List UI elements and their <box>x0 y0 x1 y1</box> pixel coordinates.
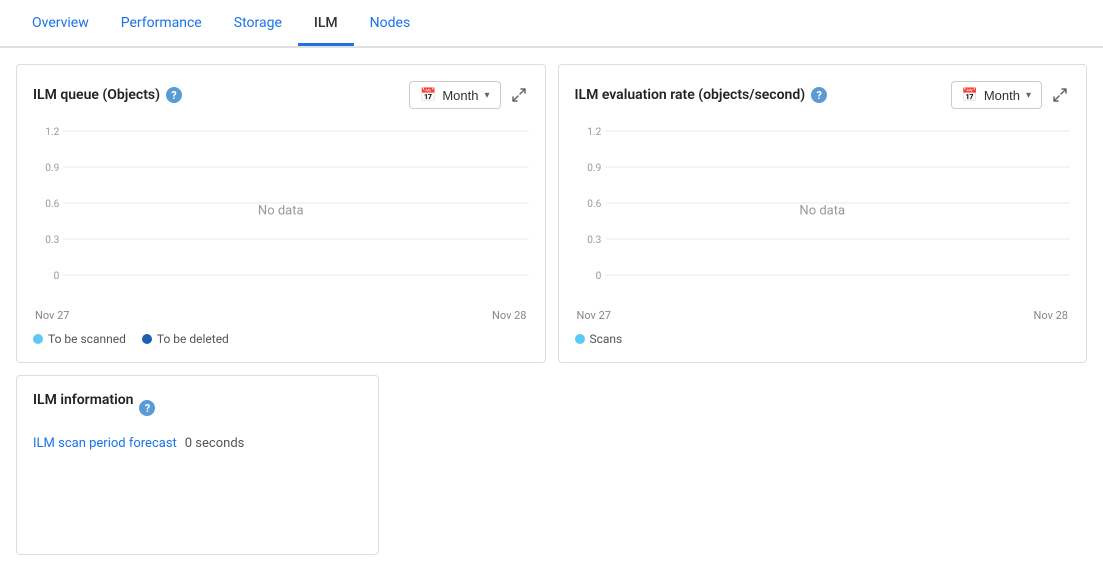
calendar-icon: 📅 <box>420 87 436 103</box>
legend-dot-scanned <box>33 334 43 344</box>
ilm-eval-rate-legend: Scans <box>575 332 1071 346</box>
ilm-queue-card: ILM queue (Objects) ? 📅 Month ▾ <box>16 64 546 363</box>
ilm-scan-value: 0 seconds <box>185 436 245 451</box>
ilm-queue-month-dropdown[interactable]: 📅 Month ▾ <box>409 81 500 109</box>
charts-row: ILM queue (Objects) ? 📅 Month ▾ <box>16 64 1087 363</box>
top-navigation: Overview Performance Storage ILM Nodes <box>0 0 1103 48</box>
tab-ilm[interactable]: ILM <box>298 3 354 46</box>
ilm-queue-legend: To be scanned To be deleted <box>33 332 529 346</box>
ilm-eval-rate-chart-area: 1.2 0.9 0.6 0.3 0 No data <box>575 121 1071 301</box>
svg-text:1.2: 1.2 <box>45 127 59 138</box>
chevron-down-icon-2: ▾ <box>1026 90 1031 101</box>
chevron-down-icon: ▾ <box>484 90 489 101</box>
ilm-queue-x-end: Nov 28 <box>492 309 526 322</box>
calendar-icon-2: 📅 <box>962 87 978 103</box>
ilm-eval-rate-controls: 📅 Month ▾ <box>951 81 1070 109</box>
svg-text:0: 0 <box>54 271 60 282</box>
expand-icon-2 <box>1052 87 1068 103</box>
ilm-queue-x-axis: Nov 27 Nov 28 <box>33 309 529 322</box>
ilm-scan-period-row: ILM scan period forecast 0 seconds <box>33 436 362 451</box>
ilm-information-card: ILM information ? ILM scan period foreca… <box>16 375 379 555</box>
ilm-queue-no-data: No data <box>258 204 304 219</box>
svg-text:0.6: 0.6 <box>587 199 601 210</box>
ilm-eval-rate-help-icon[interactable]: ? <box>811 87 827 103</box>
ilm-queue-chart-area: 1.2 0.9 0.6 0.3 0 No data <box>33 121 529 301</box>
legend-label-scans: Scans <box>590 332 623 346</box>
svg-text:1.2: 1.2 <box>587 127 601 138</box>
ilm-eval-rate-card: ILM evaluation rate (objects/second) ? 📅… <box>558 64 1088 363</box>
tab-performance[interactable]: Performance <box>105 3 218 46</box>
legend-dot-deleted <box>142 334 152 344</box>
ilm-queue-help-icon[interactable]: ? <box>166 87 182 103</box>
main-content: ILM queue (Objects) ? 📅 Month ▾ <box>0 48 1103 587</box>
svg-text:0.9: 0.9 <box>45 163 59 174</box>
ilm-info-title-group: ILM information ? <box>33 392 155 424</box>
legend-to-be-scanned: To be scanned <box>33 332 126 346</box>
ilm-queue-card-header: ILM queue (Objects) ? 📅 Month ▾ <box>33 81 529 109</box>
ilm-eval-rate-title: ILM evaluation rate (objects/second) <box>575 87 806 103</box>
ilm-eval-rate-title-group: ILM evaluation rate (objects/second) ? <box>575 87 828 103</box>
ilm-eval-rate-no-data: No data <box>799 204 845 219</box>
svg-text:0: 0 <box>595 271 601 282</box>
svg-text:0.9: 0.9 <box>587 163 601 174</box>
expand-icon <box>511 87 527 103</box>
ilm-info-card-header: ILM information ? <box>33 392 362 424</box>
ilm-info-help-icon[interactable]: ? <box>139 400 155 416</box>
ilm-eval-rate-expand-button[interactable] <box>1050 85 1070 105</box>
tab-storage[interactable]: Storage <box>218 3 298 46</box>
legend-dot-scans <box>575 334 585 344</box>
svg-text:0.3: 0.3 <box>587 235 601 246</box>
ilm-queue-title: ILM queue (Objects) <box>33 87 160 103</box>
ilm-queue-expand-button[interactable] <box>509 85 529 105</box>
ilm-queue-title-group: ILM queue (Objects) ? <box>33 87 182 103</box>
ilm-eval-rate-month-dropdown[interactable]: 📅 Month ▾ <box>951 81 1042 109</box>
svg-text:0.6: 0.6 <box>45 199 59 210</box>
svg-text:0.3: 0.3 <box>45 235 59 246</box>
ilm-eval-rate-card-header: ILM evaluation rate (objects/second) ? 📅… <box>575 81 1071 109</box>
legend-scans: Scans <box>575 332 623 346</box>
tab-nodes[interactable]: Nodes <box>354 3 427 46</box>
ilm-info-title: ILM information <box>33 392 133 408</box>
ilm-scan-label: ILM scan period forecast <box>33 436 177 451</box>
legend-label-deleted: To be deleted <box>157 332 229 346</box>
ilm-eval-rate-x-axis: Nov 27 Nov 28 <box>575 309 1071 322</box>
ilm-queue-month-label: Month <box>442 88 478 103</box>
tab-overview[interactable]: Overview <box>16 3 105 46</box>
legend-to-be-deleted: To be deleted <box>142 332 229 346</box>
legend-label-scanned: To be scanned <box>48 332 126 346</box>
ilm-eval-rate-month-label: Month <box>984 88 1020 103</box>
ilm-eval-rate-x-start: Nov 27 <box>577 309 611 322</box>
ilm-queue-x-start: Nov 27 <box>35 309 69 322</box>
ilm-queue-controls: 📅 Month ▾ <box>409 81 528 109</box>
ilm-eval-rate-x-end: Nov 28 <box>1034 309 1068 322</box>
